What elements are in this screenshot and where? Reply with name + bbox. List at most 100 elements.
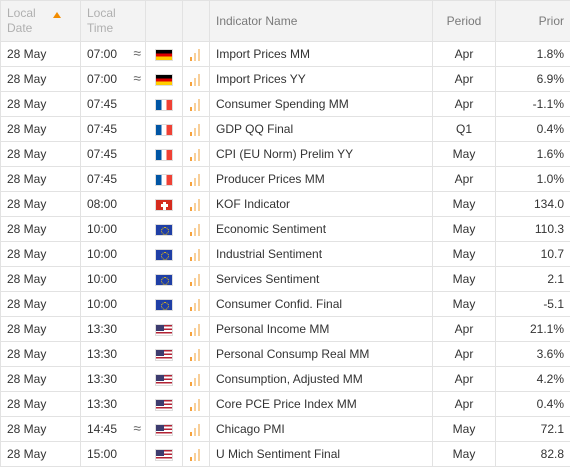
importance-cell	[182, 216, 210, 242]
time-cell: 08:00	[80, 191, 146, 217]
country-flag-icon	[155, 323, 173, 336]
time-value: 10:00	[87, 272, 118, 286]
indicator-name-cell[interactable]: Import Prices YY	[209, 66, 433, 92]
importance-bars-icon	[190, 372, 202, 387]
table-row[interactable]: 28 May 07:45 Producer Prices MM Apr 1.0%	[0, 166, 570, 192]
indicator-name-cell[interactable]: GDP QQ Final	[209, 116, 433, 142]
table-row[interactable]: 28 May 08:00 KOF Indicator May 134.0	[0, 191, 570, 217]
period-cell: Apr	[432, 341, 496, 367]
country-flag-icon	[155, 248, 173, 261]
period-cell: Apr	[432, 91, 496, 117]
period-column-header[interactable]: Period	[432, 0, 496, 42]
importance-bars-icon	[190, 422, 202, 437]
time-value: 08:00	[87, 197, 118, 211]
time-cell: 07:45	[80, 116, 146, 142]
time-column-header[interactable]: Local Time	[80, 0, 146, 42]
indicator-name-cell[interactable]: Personal Consump Real MM	[209, 341, 433, 367]
table-row[interactable]: 28 May 07:00 ≈ Import Prices YY Apr 6.9%	[0, 66, 570, 92]
indicator-name-cell[interactable]: Personal Income MM	[209, 316, 433, 342]
prior-cell: 21.1%	[495, 316, 570, 342]
time-value: 10:00	[87, 297, 118, 311]
time-cell: 07:45	[80, 141, 146, 167]
time-value: 10:00	[87, 222, 118, 236]
name-column-header[interactable]: Indicator Name	[209, 0, 433, 42]
importance-bars-icon	[190, 122, 202, 137]
prior-column-header[interactable]: Prior	[495, 0, 570, 42]
table-row[interactable]: 28 May 13:30 Core PCE Price Index MM Apr 0.4…	[0, 391, 570, 417]
time-cell: 13:30	[80, 316, 146, 342]
importance-cell	[182, 116, 210, 142]
country-flag-icon	[155, 223, 173, 236]
name-header-label: Indicator Name	[216, 13, 298, 28]
time-cell: 13:30	[80, 341, 146, 367]
table-row[interactable]: 28 May 10:00 Industrial Sentiment May 10.7	[0, 241, 570, 267]
prior-cell: -5.1	[495, 291, 570, 317]
importance-cell	[182, 191, 210, 217]
indicator-name-cell[interactable]: U Mich Sentiment Final	[209, 441, 433, 467]
country-flag-cell	[145, 291, 183, 317]
table-row[interactable]: 28 May 15:00 U Mich Sentiment Final May 82.8	[0, 441, 570, 467]
time-value: 15:00	[87, 447, 118, 461]
period-cell: May	[432, 291, 496, 317]
table-row[interactable]: 28 May 13:30 Personal Consump Real MM Apr 3.…	[0, 341, 570, 367]
table-row[interactable]: 28 May 10:00 Economic Sentiment May 110.3	[0, 216, 570, 242]
country-flag-icon	[155, 298, 173, 311]
table-row[interactable]: 28 May 13:30 Consumption, Adjusted MM Apr 4.…	[0, 366, 570, 392]
prior-cell: 1.6%	[495, 141, 570, 167]
indicator-name-cell[interactable]: Consumer Confid. Final	[209, 291, 433, 317]
table-row[interactable]: 28 May 07:45 CPI (EU Norm) Prelim YY May 1.6…	[0, 141, 570, 167]
indicator-name-cell[interactable]: KOF Indicator	[209, 191, 433, 217]
importance-cell	[182, 41, 210, 67]
importance-bars-icon	[190, 397, 202, 412]
date-cell: 28 May	[0, 391, 81, 417]
date-column-header[interactable]: Local Date	[0, 0, 81, 42]
prior-cell: 4.2%	[495, 366, 570, 392]
table-row[interactable]: 28 May 13:30 Personal Income MM Apr 21.1%	[0, 316, 570, 342]
table-row[interactable]: 28 May 07:45 GDP QQ Final Q1 0.4%	[0, 116, 570, 142]
importance-bars-icon	[190, 447, 202, 462]
country-flag-cell	[145, 166, 183, 192]
indicator-name-cell[interactable]: CPI (EU Norm) Prelim YY	[209, 141, 433, 167]
date-cell: 28 May	[0, 241, 81, 267]
importance-bars-icon	[190, 322, 202, 337]
date-cell: 28 May	[0, 141, 81, 167]
indicator-name-cell[interactable]: Core PCE Price Index MM	[209, 391, 433, 417]
date-cell: 28 May	[0, 291, 81, 317]
country-flag-icon	[155, 198, 173, 211]
prior-cell: 10.7	[495, 241, 570, 267]
table-row[interactable]: 28 May 14:45 ≈ Chicago PMI May 72.1	[0, 416, 570, 442]
time-header-label: Local Time	[87, 6, 116, 35]
date-cell: 28 May	[0, 191, 81, 217]
importance-bars-icon	[190, 47, 202, 62]
table-row[interactable]: 28 May 10:00 Consumer Confid. Final May -5.1	[0, 291, 570, 317]
indicator-name-cell[interactable]: Chicago PMI	[209, 416, 433, 442]
importance-column-header	[182, 0, 210, 42]
indicator-name-cell[interactable]: Industrial Sentiment	[209, 241, 433, 267]
time-value: 13:30	[87, 372, 118, 386]
flag-column-header	[145, 0, 183, 42]
indicator-name-cell[interactable]: Consumption, Adjusted MM	[209, 366, 433, 392]
country-flag-icon	[155, 48, 173, 61]
table-row[interactable]: 28 May 10:00 Services Sentiment May 2.1	[0, 266, 570, 292]
importance-bars-icon	[190, 197, 202, 212]
importance-bars-icon	[190, 347, 202, 362]
indicator-name-cell[interactable]: Economic Sentiment	[209, 216, 433, 242]
table-row[interactable]: 28 May 07:00 ≈ Import Prices MM Apr 1.8%	[0, 41, 570, 67]
country-flag-icon	[155, 73, 173, 86]
date-cell: 28 May	[0, 216, 81, 242]
prior-cell: 6.9%	[495, 66, 570, 92]
indicator-name-cell[interactable]: Services Sentiment	[209, 266, 433, 292]
country-flag-icon	[155, 348, 173, 361]
table-row[interactable]: 28 May 07:45 Consumer Spending MM Apr -1.1%	[0, 91, 570, 117]
indicator-name-cell[interactable]: Consumer Spending MM	[209, 91, 433, 117]
importance-cell	[182, 266, 210, 292]
prior-cell: 72.1	[495, 416, 570, 442]
indicator-name-cell[interactable]: Import Prices MM	[209, 41, 433, 67]
period-cell: May	[432, 441, 496, 467]
date-cell: 28 May	[0, 166, 81, 192]
indicator-name-cell[interactable]: Producer Prices MM	[209, 166, 433, 192]
country-flag-cell	[145, 266, 183, 292]
importance-bars-icon	[190, 272, 202, 287]
date-cell: 28 May	[0, 316, 81, 342]
time-cell: 07:00 ≈	[80, 41, 146, 67]
